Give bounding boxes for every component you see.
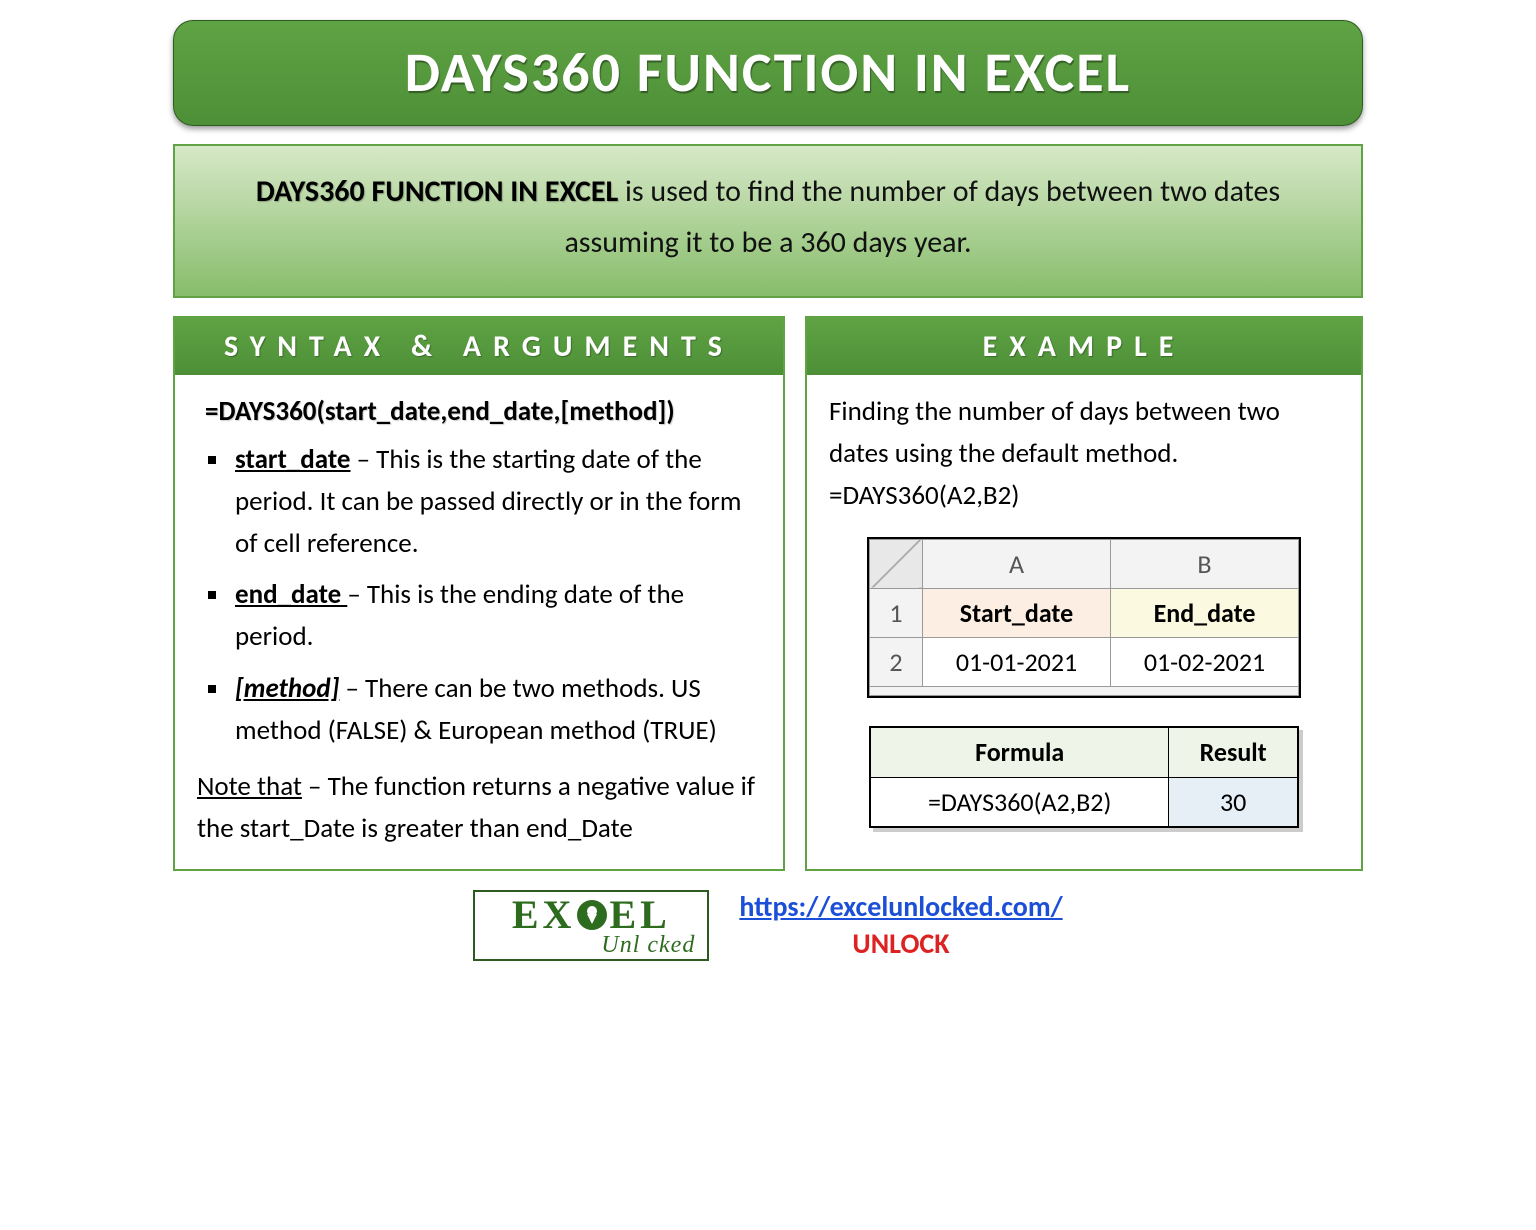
- note-label: Note that: [197, 770, 302, 803]
- page-title: DAYS360 FUNCTION IN EXCEL: [204, 39, 1332, 107]
- description-box: DAYS360 FUNCTION IN EXCEL is used to fin…: [173, 144, 1363, 298]
- sheet-corner: [870, 539, 923, 588]
- syntax-formula: =DAYS360(start_date,end_date,[method]): [205, 391, 761, 433]
- arg-start-date: start_date – This is the starting date o…: [231, 439, 761, 565]
- logo-text-right: EL: [609, 896, 670, 934]
- syntax-header: SYNTAX & ARGUMENTS: [175, 318, 783, 375]
- cell-a2: 01-01-2021: [923, 638, 1111, 687]
- result-value: 30: [1169, 777, 1298, 827]
- keyhole-icon: [577, 900, 607, 930]
- rowhead-1: 1: [870, 588, 923, 637]
- result-table: Formula Result =DAYS360(A2,B2) 30: [869, 726, 1299, 828]
- logo-text-left: EX: [512, 896, 576, 934]
- argument-list: start_date – This is the starting date o…: [197, 439, 761, 752]
- description-lead: DAYS360 FUNCTION IN EXCEL: [256, 173, 618, 210]
- colhead-a: A: [923, 539, 1111, 588]
- syntax-panel: SYNTAX & ARGUMENTS =DAYS360(start_date,e…: [173, 316, 785, 871]
- argname-end-date: end_date: [235, 578, 347, 611]
- cell-b2: 01-02-2021: [1111, 638, 1299, 687]
- example-description: Finding the number of days between two d…: [829, 391, 1339, 517]
- arg-method: [method] – There can be two methods. US …: [231, 668, 761, 752]
- description-text: is used to find the number of days betwe…: [564, 173, 1280, 261]
- cell-b1: End_date: [1111, 588, 1299, 637]
- footer-unlock-text: UNLOCK: [739, 926, 1062, 962]
- title-bar: DAYS360 FUNCTION IN EXCEL: [173, 20, 1363, 126]
- example-panel: EXAMPLE Finding the number of days betwe…: [805, 316, 1363, 871]
- rowhead-2: 2: [870, 638, 923, 687]
- result-header-result: Result: [1169, 727, 1298, 777]
- example-sheet: A B 1 Start_date End_date 2 01-01-2021 0…: [867, 537, 1301, 699]
- footer: EX EL Unl cked https://excelunlocked.com…: [173, 889, 1363, 962]
- example-formula-text: =DAYS360(A2,B2): [829, 479, 1020, 512]
- cell-a1: Start_date: [923, 588, 1111, 637]
- result-formula: =DAYS360(A2,B2): [870, 777, 1169, 827]
- example-text-line: Finding the number of days between two d…: [829, 395, 1280, 470]
- colhead-b: B: [1111, 539, 1299, 588]
- argname-method: [method]: [235, 672, 339, 705]
- logo-subtext: Unl cked: [481, 934, 701, 957]
- footer-link[interactable]: https://excelunlocked.com/: [739, 889, 1062, 924]
- logo: EX EL Unl cked: [473, 890, 709, 961]
- example-header: EXAMPLE: [807, 318, 1361, 375]
- result-header-formula: Formula: [870, 727, 1169, 777]
- sheet-footer-strip: [870, 687, 1299, 696]
- arg-end-date: end_date – This is the ending date of th…: [231, 574, 761, 658]
- argname-start-date: start_date: [235, 443, 351, 476]
- syntax-note: Note that – The function returns a negat…: [197, 766, 761, 850]
